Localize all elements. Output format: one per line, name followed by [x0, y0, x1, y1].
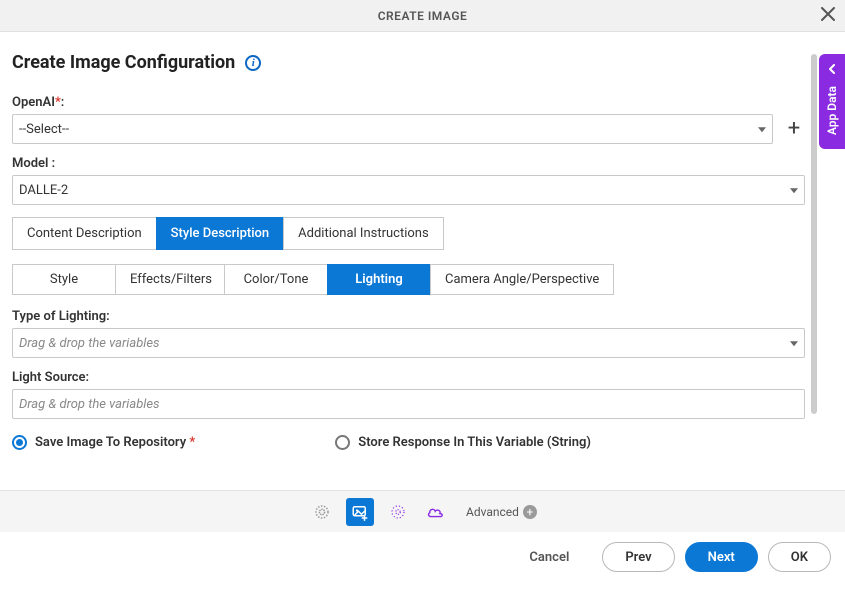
subtab-color-tone-label: Color/Tone: [244, 272, 309, 287]
dialog-title: CREATE IMAGE: [378, 9, 468, 23]
tab-style-description[interactable]: Style Description: [156, 217, 284, 250]
tab-additional-instructions-label: Additional Instructions: [298, 226, 429, 241]
prev-button-label: Prev: [625, 550, 651, 565]
radio-store-var[interactable]: Store Response In This Variable (String): [335, 435, 591, 450]
radio-store-var-circle: [335, 435, 350, 450]
gear-icon[interactable]: [308, 498, 336, 526]
subtab-lighting[interactable]: Lighting: [327, 264, 431, 295]
tab-content-description[interactable]: Content Description: [12, 217, 157, 250]
field-openai: OpenAI*: --Select-- +: [12, 95, 805, 144]
subtab-style-label: Style: [50, 272, 78, 287]
add-openai-button[interactable]: +: [783, 118, 805, 140]
select-openai-value: --Select--: [19, 122, 69, 137]
input-type-of-lighting-placeholder: Drag & drop the variables: [19, 336, 160, 351]
tab-content-description-label: Content Description: [27, 226, 142, 241]
dotted-gear-icon[interactable]: [384, 498, 412, 526]
label-openai-text: OpenAI: [12, 95, 55, 110]
ok-button[interactable]: OK: [768, 542, 831, 572]
label-type-of-lighting: Type of Lighting:: [12, 309, 805, 324]
radio-save-repo-star: *: [189, 435, 195, 450]
advanced-label: Advanced: [466, 505, 519, 519]
next-button-label: Next: [708, 550, 735, 565]
subtab-camera[interactable]: Camera Angle/Perspective: [430, 264, 614, 295]
label-model: Model :: [12, 156, 805, 171]
image-add-icon[interactable]: [346, 498, 374, 526]
tab-style-description-label: Style Description: [171, 226, 269, 241]
select-model-value: DALLE-2: [19, 183, 68, 198]
close-icon[interactable]: [821, 7, 835, 25]
dialog-titlebar: CREATE IMAGE: [0, 0, 845, 32]
radio-save-repo-circle: [12, 435, 27, 450]
field-type-of-lighting: Type of Lighting: Drag & drop the variab…: [12, 309, 805, 358]
label-light-source: Light Source:: [12, 370, 805, 385]
input-light-source-placeholder: Drag & drop the variables: [19, 397, 160, 412]
subtab-style[interactable]: Style: [12, 264, 116, 295]
next-button[interactable]: Next: [685, 542, 758, 572]
select-openai[interactable]: --Select--: [12, 114, 773, 144]
field-model: Model : DALLE-2: [12, 156, 805, 205]
main-tabs: Content Description Style Description Ad…: [12, 217, 805, 250]
input-light-source[interactable]: Drag & drop the variables: [12, 389, 805, 419]
advanced-toggle[interactable]: Advanced +: [466, 505, 537, 519]
radio-store-var-label: Store Response In This Variable (String): [358, 435, 591, 450]
ok-button-label: OK: [791, 550, 808, 565]
subtab-effects-label: Effects/Filters: [130, 272, 212, 287]
subtab-color-tone[interactable]: Color/Tone: [224, 264, 328, 295]
label-openai-colon: :: [61, 95, 65, 110]
info-icon[interactable]: i: [245, 55, 261, 71]
dialog-content: Create Image Configuration i OpenAI*: --…: [0, 32, 845, 472]
subtab-lighting-label: Lighting: [355, 272, 402, 287]
cancel-button[interactable]: Cancel: [506, 542, 592, 572]
cloud-gear-icon[interactable]: [422, 498, 450, 526]
prev-button[interactable]: Prev: [602, 542, 674, 572]
select-model[interactable]: DALLE-2: [12, 175, 805, 205]
radio-save-repo-label: Save Image To Repository: [35, 435, 186, 450]
process-toolbar: Advanced +: [0, 490, 845, 532]
page-heading: Create Image Configuration i: [12, 52, 805, 73]
tab-additional-instructions[interactable]: Additional Instructions: [283, 217, 444, 250]
plus-circle-icon: +: [523, 505, 537, 519]
cancel-button-label: Cancel: [529, 550, 569, 565]
output-mode-radios: Save Image To Repository * Store Respons…: [12, 435, 805, 450]
label-openai: OpenAI*:: [12, 95, 805, 110]
radio-save-repo[interactable]: Save Image To Repository *: [12, 435, 195, 450]
sub-tabs: Style Effects/Filters Color/Tone Lightin…: [12, 264, 805, 295]
field-light-source: Light Source: Drag & drop the variables: [12, 370, 805, 419]
subtab-camera-label: Camera Angle/Perspective: [445, 272, 599, 287]
input-type-of-lighting[interactable]: Drag & drop the variables: [12, 328, 805, 358]
page-title: Create Image Configuration: [12, 52, 235, 73]
subtab-effects[interactable]: Effects/Filters: [115, 264, 225, 295]
dialog-footer: Cancel Prev Next OK: [0, 532, 845, 582]
